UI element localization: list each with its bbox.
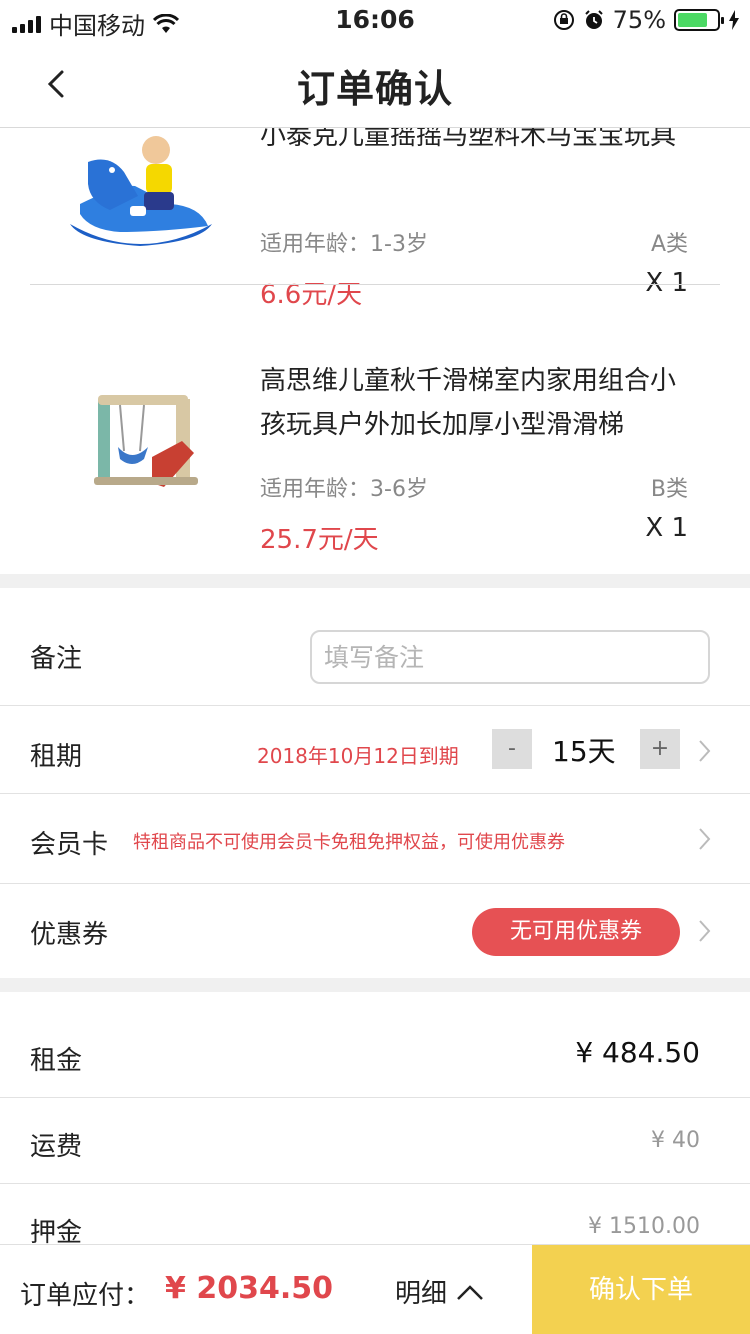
payable-label: 订单应付： bbox=[20, 1281, 151, 1311]
coupon-row[interactable]: 优惠券 无可用优惠券 bbox=[0, 884, 750, 978]
fee-row-rent: 租金 ¥ 484.50 bbox=[0, 992, 750, 1098]
product-age: 适用年龄：3-6岁 bbox=[260, 477, 428, 502]
note-row: 备注 bbox=[0, 588, 750, 706]
product-price: 6.6元/天 bbox=[260, 280, 363, 310]
member-card-label: 会员卡 bbox=[30, 830, 109, 860]
product-price: 25.7元/天 bbox=[260, 525, 379, 555]
fee-value: ¥ 40 bbox=[651, 1128, 700, 1153]
chevron-right-icon bbox=[699, 920, 711, 942]
nav-bar: 订单确认 bbox=[0, 40, 750, 128]
coupon-status-badge[interactable]: 无可用优惠券 bbox=[472, 908, 680, 956]
section-gap bbox=[0, 978, 750, 992]
product-list: 小泰克儿童摇摇马塑料木马宝宝玩具 适用年龄：1-3岁 A类 6.6元/天 X 1… bbox=[0, 128, 750, 574]
detail-label: 明细 bbox=[395, 1279, 448, 1309]
confirm-order-button[interactable]: 确认下单 bbox=[532, 1245, 750, 1334]
member-card-notice: 特租商品不可使用会员卡免租免押权益，可使用优惠券 bbox=[133, 832, 565, 853]
alarm-icon bbox=[584, 10, 603, 29]
coupon-label: 优惠券 bbox=[30, 920, 109, 950]
fee-value: ¥ 484.50 bbox=[575, 1036, 700, 1069]
fee-label: 运费 bbox=[30, 1132, 83, 1162]
product-item[interactable]: 高思维儿童秋千滑梯室内家用组合小孩玩具户外加长加厚小型滑滑梯 适用年龄：3-6岁… bbox=[0, 329, 750, 573]
battery-icon bbox=[674, 9, 724, 31]
product-image-rocking-horse bbox=[70, 136, 212, 246]
chevron-right-icon bbox=[699, 740, 711, 762]
member-card-row[interactable]: 会员卡 特租商品不可使用会员卡免租免押权益，可使用优惠券 bbox=[0, 794, 750, 884]
detail-toggle[interactable]: 明细 bbox=[395, 1273, 485, 1310]
product-age: 适用年龄：1-3岁 bbox=[260, 232, 428, 257]
payable-total: ¥ 2034.50 bbox=[165, 1271, 333, 1306]
product-name: 高思维儿童秋千滑梯室内家用组合小孩玩具户外加长加厚小型滑滑梯 bbox=[260, 366, 677, 440]
lease-row[interactable]: 租期 2018年10月12日到期 - 15天 + bbox=[0, 706, 750, 794]
fee-value: ¥ 1510.00 bbox=[588, 1214, 700, 1239]
page-title: 订单确认 bbox=[296, 67, 453, 111]
chevron-up-icon bbox=[457, 1284, 483, 1300]
product-class: B类 bbox=[650, 477, 688, 502]
product-item[interactable]: 小泰克儿童摇摇马塑料木马宝宝玩具 适用年龄：1-3岁 A类 6.6元/天 X 1 bbox=[0, 128, 750, 328]
chevron-right-icon bbox=[699, 828, 711, 850]
increase-days-button[interactable]: + bbox=[640, 729, 680, 769]
fee-row-shipping: 运费 ¥ 40 bbox=[0, 1098, 750, 1184]
note-label: 备注 bbox=[30, 644, 83, 674]
due-date: 2018年10月12日到期 bbox=[257, 744, 459, 768]
product-image-swing-slide bbox=[94, 395, 198, 487]
checkout-bar: 订单应付： ¥ 2034.50 明细 确认下单 bbox=[0, 1244, 750, 1334]
note-input[interactable] bbox=[310, 630, 710, 684]
product-class: A类 bbox=[650, 232, 688, 257]
charging-bolt-icon bbox=[729, 10, 739, 30]
fee-label: 租金 bbox=[30, 1046, 83, 1076]
divider bbox=[30, 284, 720, 285]
product-quantity: X 1 bbox=[645, 268, 688, 298]
product-name: 小泰克儿童摇摇马塑料木马宝宝玩具 bbox=[260, 128, 677, 151]
rotation-lock-icon bbox=[553, 10, 574, 30]
lease-days: 15天 bbox=[552, 735, 616, 768]
product-quantity: X 1 bbox=[645, 513, 688, 543]
battery-percent: 75% bbox=[612, 6, 666, 34]
section-gap bbox=[0, 574, 750, 588]
status-bar: 中国移动 16:06 75% bbox=[0, 0, 750, 40]
decrease-days-button[interactable]: - bbox=[492, 729, 532, 769]
lease-label: 租期 bbox=[30, 742, 83, 772]
